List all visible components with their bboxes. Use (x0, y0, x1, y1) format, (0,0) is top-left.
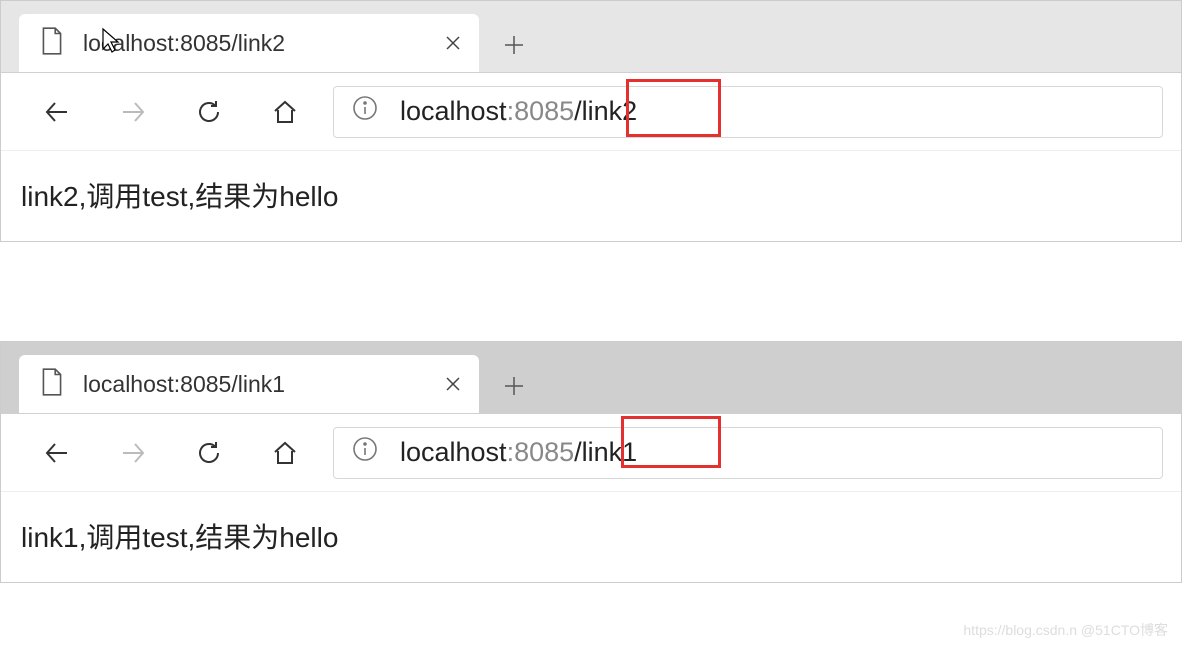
toolbar: localhost:8085/link2 (1, 73, 1181, 151)
tab-title: localhost:8085/link2 (83, 30, 423, 57)
url-path: /link1 (574, 437, 637, 467)
url-port: :8085 (507, 437, 575, 467)
url-port: :8085 (507, 96, 575, 126)
new-tab-button[interactable] (487, 359, 541, 413)
page-body-text: link1,调用test,结果为hello (21, 522, 338, 553)
close-icon[interactable] (441, 372, 465, 396)
highlight-box (626, 79, 721, 137)
tab-title: localhost:8085/link1 (83, 371, 423, 398)
refresh-button[interactable] (171, 82, 247, 142)
back-button[interactable] (19, 82, 95, 142)
url-host: localhost (400, 96, 507, 126)
forward-button[interactable] (95, 82, 171, 142)
home-button[interactable] (247, 82, 323, 142)
tab-strip: localhost:8085/link1 (1, 342, 1181, 414)
page-icon (39, 26, 65, 61)
page-body-text: link2,调用test,结果为hello (21, 181, 338, 212)
page-icon (39, 367, 65, 402)
forward-button[interactable] (95, 423, 171, 483)
address-bar[interactable]: localhost:8085/link1 (333, 427, 1163, 479)
new-tab-button[interactable] (487, 18, 541, 72)
back-button[interactable] (19, 423, 95, 483)
page-content: link1,调用test,结果为hello (1, 492, 1181, 582)
watermark: https://blog.csdn.n @51CTO博客 (963, 620, 1168, 640)
browser-window-1: localhost:8085/link2 (0, 0, 1182, 242)
address-bar[interactable]: localhost:8085/link2 (333, 86, 1163, 138)
toolbar: localhost:8085/link1 (1, 414, 1181, 492)
info-icon[interactable] (352, 436, 378, 469)
info-icon[interactable] (352, 95, 378, 128)
tab-strip: localhost:8085/link2 (1, 1, 1181, 73)
close-icon[interactable] (441, 31, 465, 55)
browser-window-2: localhost:8085/link1 (0, 341, 1182, 583)
url-text: localhost:8085/link1 (400, 437, 637, 468)
page-content: link2,调用test,结果为hello (1, 151, 1181, 241)
url-text: localhost:8085/link2 (400, 96, 637, 127)
home-button[interactable] (247, 423, 323, 483)
browser-tab[interactable]: localhost:8085/link2 (19, 14, 479, 72)
browser-tab[interactable]: localhost:8085/link1 (19, 355, 479, 413)
url-path: /link2 (574, 96, 637, 126)
refresh-button[interactable] (171, 423, 247, 483)
url-host: localhost (400, 437, 507, 467)
